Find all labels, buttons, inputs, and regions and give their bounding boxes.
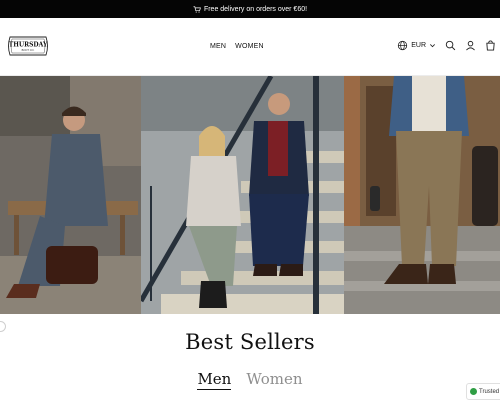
nav-item-women[interactable]: WOMEN — [235, 43, 264, 50]
logo-emblem: THURSDAY BOOT CO. — [8, 36, 48, 56]
chevron-down-icon — [430, 44, 435, 48]
globe-icon — [398, 40, 408, 51]
trust-badge[interactable]: Trusted — [466, 383, 500, 400]
nav-item-men[interactable]: MEN — [210, 43, 226, 50]
tab-women[interactable]: Women — [246, 370, 302, 390]
cart-icon — [193, 5, 201, 13]
hero-image-man-standing[interactable] — [344, 76, 500, 314]
hero-image-couple-on-stairs[interactable] — [141, 76, 344, 314]
logo-subtext: BOOT CO. — [22, 48, 35, 52]
section-title: Best Sellers — [185, 330, 315, 354]
tab-men[interactable]: Men — [197, 370, 232, 390]
currency-label: EUR — [411, 42, 426, 49]
site-header: THURSDAY BOOT CO. MEN WOMEN EUR — [0, 18, 500, 76]
shield-check-icon — [470, 388, 477, 395]
trust-badge-label: Trusted — [479, 388, 500, 395]
hero-image-man-on-bench[interactable] — [0, 76, 141, 314]
best-sellers-tabs: Men Women — [0, 370, 500, 390]
announcement-bar: Free delivery on orders over €60! — [0, 0, 500, 18]
hero-banner — [0, 76, 500, 314]
currency-selector[interactable]: EUR — [397, 40, 436, 51]
brand-logo[interactable]: THURSDAY BOOT CO. — [6, 33, 50, 59]
header-tools: EUR — [397, 40, 496, 51]
main-nav: MEN WOMEN — [210, 43, 264, 50]
cart-icon[interactable] — [485, 40, 496, 51]
logo-wordmark: THURSDAY — [9, 42, 48, 49]
account-icon[interactable] — [465, 40, 476, 51]
announcement-text: Free delivery on orders over €60! — [203, 5, 308, 13]
search-icon[interactable] — [445, 40, 456, 51]
